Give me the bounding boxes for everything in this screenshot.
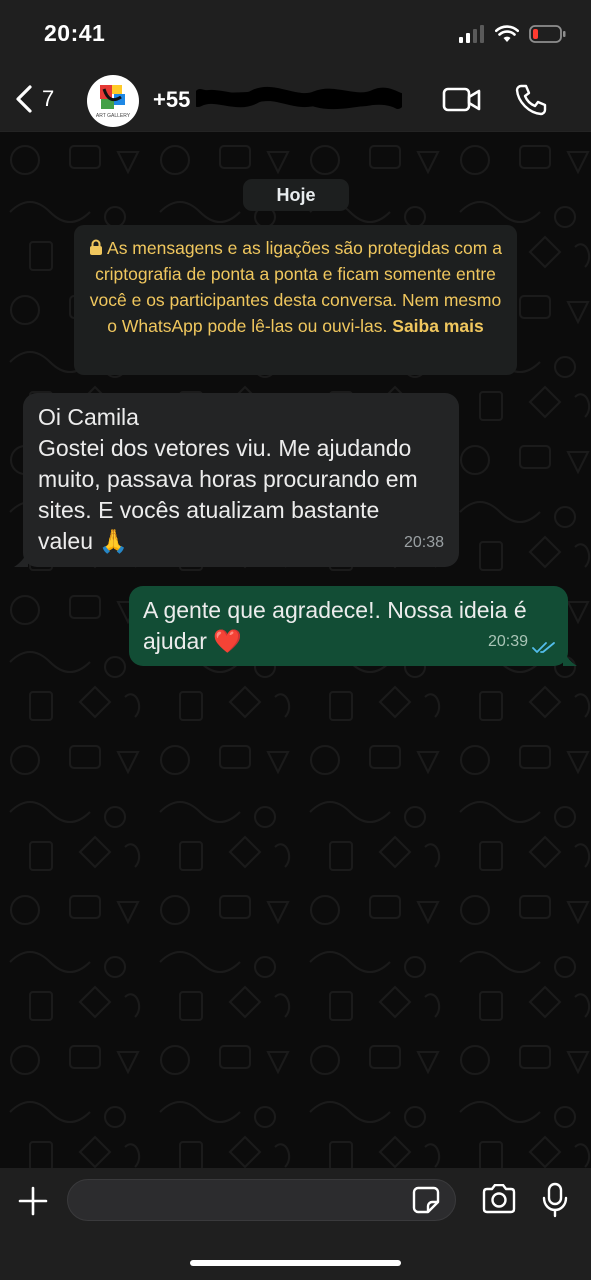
chat-area[interactable]: Hoje As mensagens e as ligações são prot… (0, 132, 591, 1168)
attach-button[interactable] (18, 1186, 48, 1221)
plus-icon (18, 1186, 48, 1216)
message-time: 20:38 (403, 534, 444, 551)
sticker-button[interactable] (412, 1186, 440, 1219)
microphone-icon (542, 1182, 568, 1218)
input-bar (0, 1168, 591, 1280)
camera-icon (482, 1183, 516, 1214)
message-input[interactable] (67, 1179, 456, 1221)
message-line: muito, passava horas procurando em (38, 466, 418, 492)
avatar-caption: ART GALLERY (96, 113, 131, 119)
signal-icon (459, 25, 484, 43)
home-indicator[interactable] (190, 1260, 401, 1266)
date-chip: Hoje (243, 179, 349, 211)
unread-count: 7 (42, 86, 55, 111)
message-line: Oi Camila (38, 404, 139, 430)
incoming-message[interactable]: Oi Camila Gostei dos vetores viu. Me aju… (14, 393, 459, 567)
redaction-scribble (196, 86, 402, 110)
chat-header: 7 ART GALLERY +55 (0, 70, 591, 132)
status-time: 20:41 (44, 20, 106, 46)
art-gallery-logo: ART GALLERY (96, 85, 131, 119)
video-call-button[interactable] (442, 85, 482, 120)
status-icons (459, 24, 567, 44)
status-bar: 20:41 (0, 0, 591, 70)
message-line: valeu 🙏 (38, 528, 129, 554)
message-line: Gostei dos vetores viu. Me ajudando (38, 435, 412, 461)
learn-more-link[interactable]: Saiba mais (392, 316, 483, 336)
microphone-button[interactable] (542, 1182, 568, 1223)
message-time: 20:39 (487, 633, 528, 650)
camera-button[interactable] (481, 1183, 517, 1219)
encryption-notice[interactable]: As mensagens e as ligações são protegida… (74, 225, 517, 375)
phone-icon (515, 84, 547, 116)
sticker-icon (412, 1186, 440, 1214)
message-line: A gente que agradece!. Nossa ideia é (143, 597, 527, 623)
battery-low-icon (529, 25, 566, 43)
back-button[interactable]: 7 (14, 84, 54, 114)
chevron-left-icon (16, 85, 32, 113)
avatar[interactable]: ART GALLERY (87, 75, 139, 127)
incoming-bubble-tail (14, 551, 28, 567)
outgoing-bubble-tail (563, 650, 577, 666)
contact-name[interactable]: +55 (153, 87, 190, 113)
lock-icon (90, 239, 103, 255)
wifi-icon (495, 25, 519, 42)
message-line: sites. E vocês atualizam bastante (38, 497, 380, 523)
double-check-icon (532, 642, 555, 653)
outgoing-message[interactable]: A gente que agradece!. Nossa ideia é aju… (129, 586, 577, 666)
video-camera-icon (442, 87, 481, 112)
voice-call-button[interactable] (514, 83, 548, 122)
